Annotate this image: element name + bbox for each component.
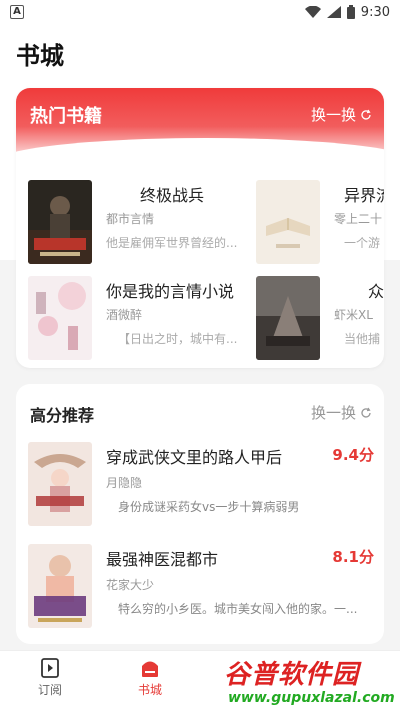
book-author: 虾米XL: [334, 308, 373, 322]
recommend-refresh-button[interactable]: 换一换: [311, 402, 372, 423]
tab-bookstore-label: 书城: [137, 683, 162, 697]
hot-book-item[interactable]: 你是我的言情小说 酒微醉 【日出之时，城中有...: [28, 276, 248, 360]
watermark-url: www.gupuxlazal.com: [228, 690, 395, 706]
tab-subscribe-label: 订阅: [37, 683, 62, 697]
book-description: 【日出之时，城中有...: [118, 332, 238, 346]
page-title: 书城: [16, 42, 64, 70]
recommend-refresh-label: 换一换: [310, 404, 356, 422]
bookstore-icon: [142, 661, 158, 677]
book-author: 都市言情: [106, 212, 155, 226]
refresh-icon: [361, 407, 371, 418]
recommend-title: 高分推荐: [30, 406, 95, 425]
tab-subscribe[interactable]: 订阅: [20, 655, 80, 698]
signal-icon: [326, 6, 341, 18]
site-watermark: 谷普软件园 www.gupuxlazal.com: [224, 652, 400, 712]
hot-refresh-label: 换一换: [310, 106, 356, 124]
book-title: 穿成武侠文里的路人甲后: [106, 448, 283, 467]
book-title: 众: [368, 282, 384, 301]
book-description: 当他捕: [344, 332, 381, 346]
status-bar: A 9:30: [0, 0, 400, 24]
refresh-icon: [361, 109, 371, 120]
recommend-card: 高分推荐 换一换 穿成武侠文里的路人甲后 9.4分 月隐隐 身份成谜采药女vs一…: [16, 384, 384, 644]
book-description: 身份成谜采药女vs一步十算病弱男: [118, 500, 300, 514]
book-cover: [256, 180, 320, 264]
book-cover: [28, 442, 92, 526]
book-title: 终极战兵: [140, 186, 205, 205]
book-title: 最强神医混都市: [106, 550, 219, 569]
book-author: 月隐隐: [106, 476, 143, 490]
book-cover: [28, 180, 92, 264]
status-time: 9:30: [360, 4, 390, 20]
hot-book-item[interactable]: 异界流 零上二十 一个游: [256, 180, 384, 264]
book-cover: [28, 544, 92, 628]
battery-icon: [346, 5, 355, 19]
book-title: 异界流: [344, 186, 384, 205]
recommend-item[interactable]: 穿成武侠文里的路人甲后 9.4分 月隐隐 身份成谜采药女vs一步十算病弱男: [28, 442, 374, 526]
hot-book-item[interactable]: 终极战兵 都市言情 他是雇佣军世界曾经的...: [28, 180, 248, 264]
wifi-icon: [304, 6, 321, 18]
bookmark-play-icon: [41, 658, 59, 678]
book-score: 8.1分: [332, 548, 374, 566]
hot-book-item[interactable]: 众 虾米XL 当他捕: [256, 276, 384, 360]
book-description: 特么穷的小乡医。城市美女闯入他的家。一...: [118, 602, 358, 616]
book-description: 一个游: [344, 236, 381, 250]
status-icons: 9:30: [304, 4, 390, 20]
book-description: 他是雇佣军世界曾经的...: [106, 236, 238, 250]
watermark-text: 谷普软件园: [224, 660, 360, 690]
book-score: 9.4分: [332, 446, 374, 464]
hot-refresh-button[interactable]: 换一换: [311, 104, 372, 125]
recommend-item[interactable]: 最强神医混都市 8.1分 花家大少 特么穷的小乡医。城市美女闯入他的家。一...: [28, 544, 374, 628]
book-cover: [28, 276, 92, 360]
book-author: 酒微醉: [106, 308, 143, 322]
book-cover: [256, 276, 320, 360]
book-author: 花家大少: [106, 578, 155, 592]
app-notification-icon: A: [10, 5, 24, 19]
tab-bookstore[interactable]: 书城: [120, 655, 180, 698]
book-author: 零上二十: [334, 212, 383, 226]
hot-books-title: 热门书籍: [30, 106, 102, 127]
book-title: 你是我的言情小说: [106, 282, 235, 301]
hot-books-card: 热门书籍 换一换 终极战兵 都市言情 他是雇佣军世界曾经的... 异界 零上二十…: [16, 88, 384, 368]
